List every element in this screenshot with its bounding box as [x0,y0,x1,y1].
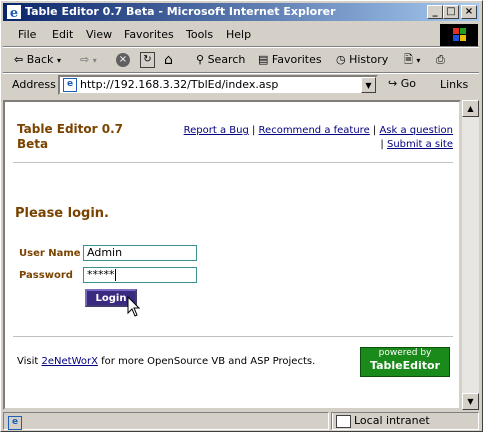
printer-icon: ⎙ [436,53,445,66]
search-button[interactable]: ⚲ Search [196,49,245,71]
chevron-down-icon: ▾ [92,56,97,65]
intranet-icon [336,414,351,428]
ie-icon: e [6,4,22,21]
menu-help[interactable]: Help [222,26,255,44]
links-button[interactable]: Links [440,77,468,93]
login-heading: Please login. [15,206,109,221]
ask-question-link[interactable]: Ask a question [379,125,453,136]
recommend-feature-link[interactable]: Recommend a feature [259,125,370,136]
menu-view[interactable]: View [82,26,116,44]
address-label: Address [12,78,56,91]
mouse-cursor-icon [127,295,141,321]
chevron-down-icon: ▾ [416,56,421,65]
password-label: Password [19,270,73,281]
vertical-scrollbar[interactable]: ▲ ▼ [462,100,479,410]
windows-logo-icon [440,24,478,46]
home-icon: ⌂ [164,52,173,68]
title-bar[interactable]: e Table Editor 0.7 Beta - Microsoft Inte… [3,3,479,21]
chevron-down-icon: ▾ [56,56,61,65]
stop-icon: × [116,53,130,67]
report-bug-link[interactable]: Report a Bug [184,125,249,136]
forward-arrow-icon: ⇨ [80,53,90,66]
close-button[interactable]: × [461,5,477,19]
favorites-folder-icon: ▤ [258,53,269,66]
print-button[interactable]: ⎙ [436,49,445,71]
menu-separator [3,46,479,48]
username-input[interactable]: Admin [83,245,197,261]
menu-edit[interactable]: Edit [48,26,77,44]
submit-site-link[interactable]: Submit a site [387,139,453,150]
svg-text:e: e [10,6,18,20]
nav-links: Report a Bug | Recommend a feature | Ask… [183,125,453,150]
refresh-icon: ↻ [140,52,155,68]
menu-tools[interactable]: Tools [182,26,217,44]
status-zone-cell: Local intranet [331,412,479,430]
footer-text: Visit 2eNetWorX for more OpenSource VB a… [17,356,316,367]
header-divider [13,162,453,163]
scroll-up-button[interactable]: ▲ [462,100,479,117]
app-title: Table Editor 0.7 Beta [17,122,123,151]
search-icon: ⚲ [196,53,205,66]
minimize-button[interactable]: _ [427,5,443,19]
address-url: http://192.168.3.32/TblEd/index.asp [80,78,279,91]
footer-divider [13,336,453,337]
menu-favorites[interactable]: Favorites [120,26,178,44]
stop-button[interactable]: × [116,49,130,71]
page-icon: e [63,78,77,92]
zone-text: Local intranet [354,414,430,427]
maximize-button[interactable]: □ [443,5,459,19]
page-status-icon: e [8,416,22,430]
powered-by-badge[interactable]: powered by TableEditor [360,347,450,377]
window-title: Table Editor 0.7 Beta - Microsoft Intern… [25,5,336,18]
2enetworx-link[interactable]: 2eNetWorX [42,356,98,367]
home-button[interactable]: ⌂ [164,49,173,71]
status-bar: e Local intranet [3,412,479,430]
scroll-down-button[interactable]: ▼ [462,393,479,410]
back-arrow-icon: ⇦ [14,53,24,66]
history-clock-icon: ◷ [336,53,346,66]
status-main-cell: e [3,412,329,430]
favorites-button[interactable]: ▤ Favorites [258,49,322,71]
history-button[interactable]: ◷ History [336,49,388,71]
back-button[interactable]: ⇦ Back ▾ [14,49,61,71]
go-arrow-icon: ↪ [388,77,398,90]
address-field[interactable]: e http://192.168.3.32/TblEd/index.asp [58,75,378,95]
text-cursor [114,269,116,281]
address-dropdown-button[interactable]: ▼ [361,77,376,93]
go-button[interactable]: ↪ Go [388,73,416,95]
page-viewport: Table Editor 0.7 Beta Report a Bug | Rec… [3,100,461,410]
username-label: User Name [19,248,81,259]
menu-file[interactable]: File [14,26,40,44]
document-icon: 🗎 [404,53,413,66]
forward-button[interactable]: ⇨ ▾ [80,49,97,71]
refresh-button[interactable]: ↻ [140,49,155,71]
password-input[interactable]: ***** [83,267,197,283]
edit-document-button[interactable]: 🗎 ▾ [404,49,420,71]
